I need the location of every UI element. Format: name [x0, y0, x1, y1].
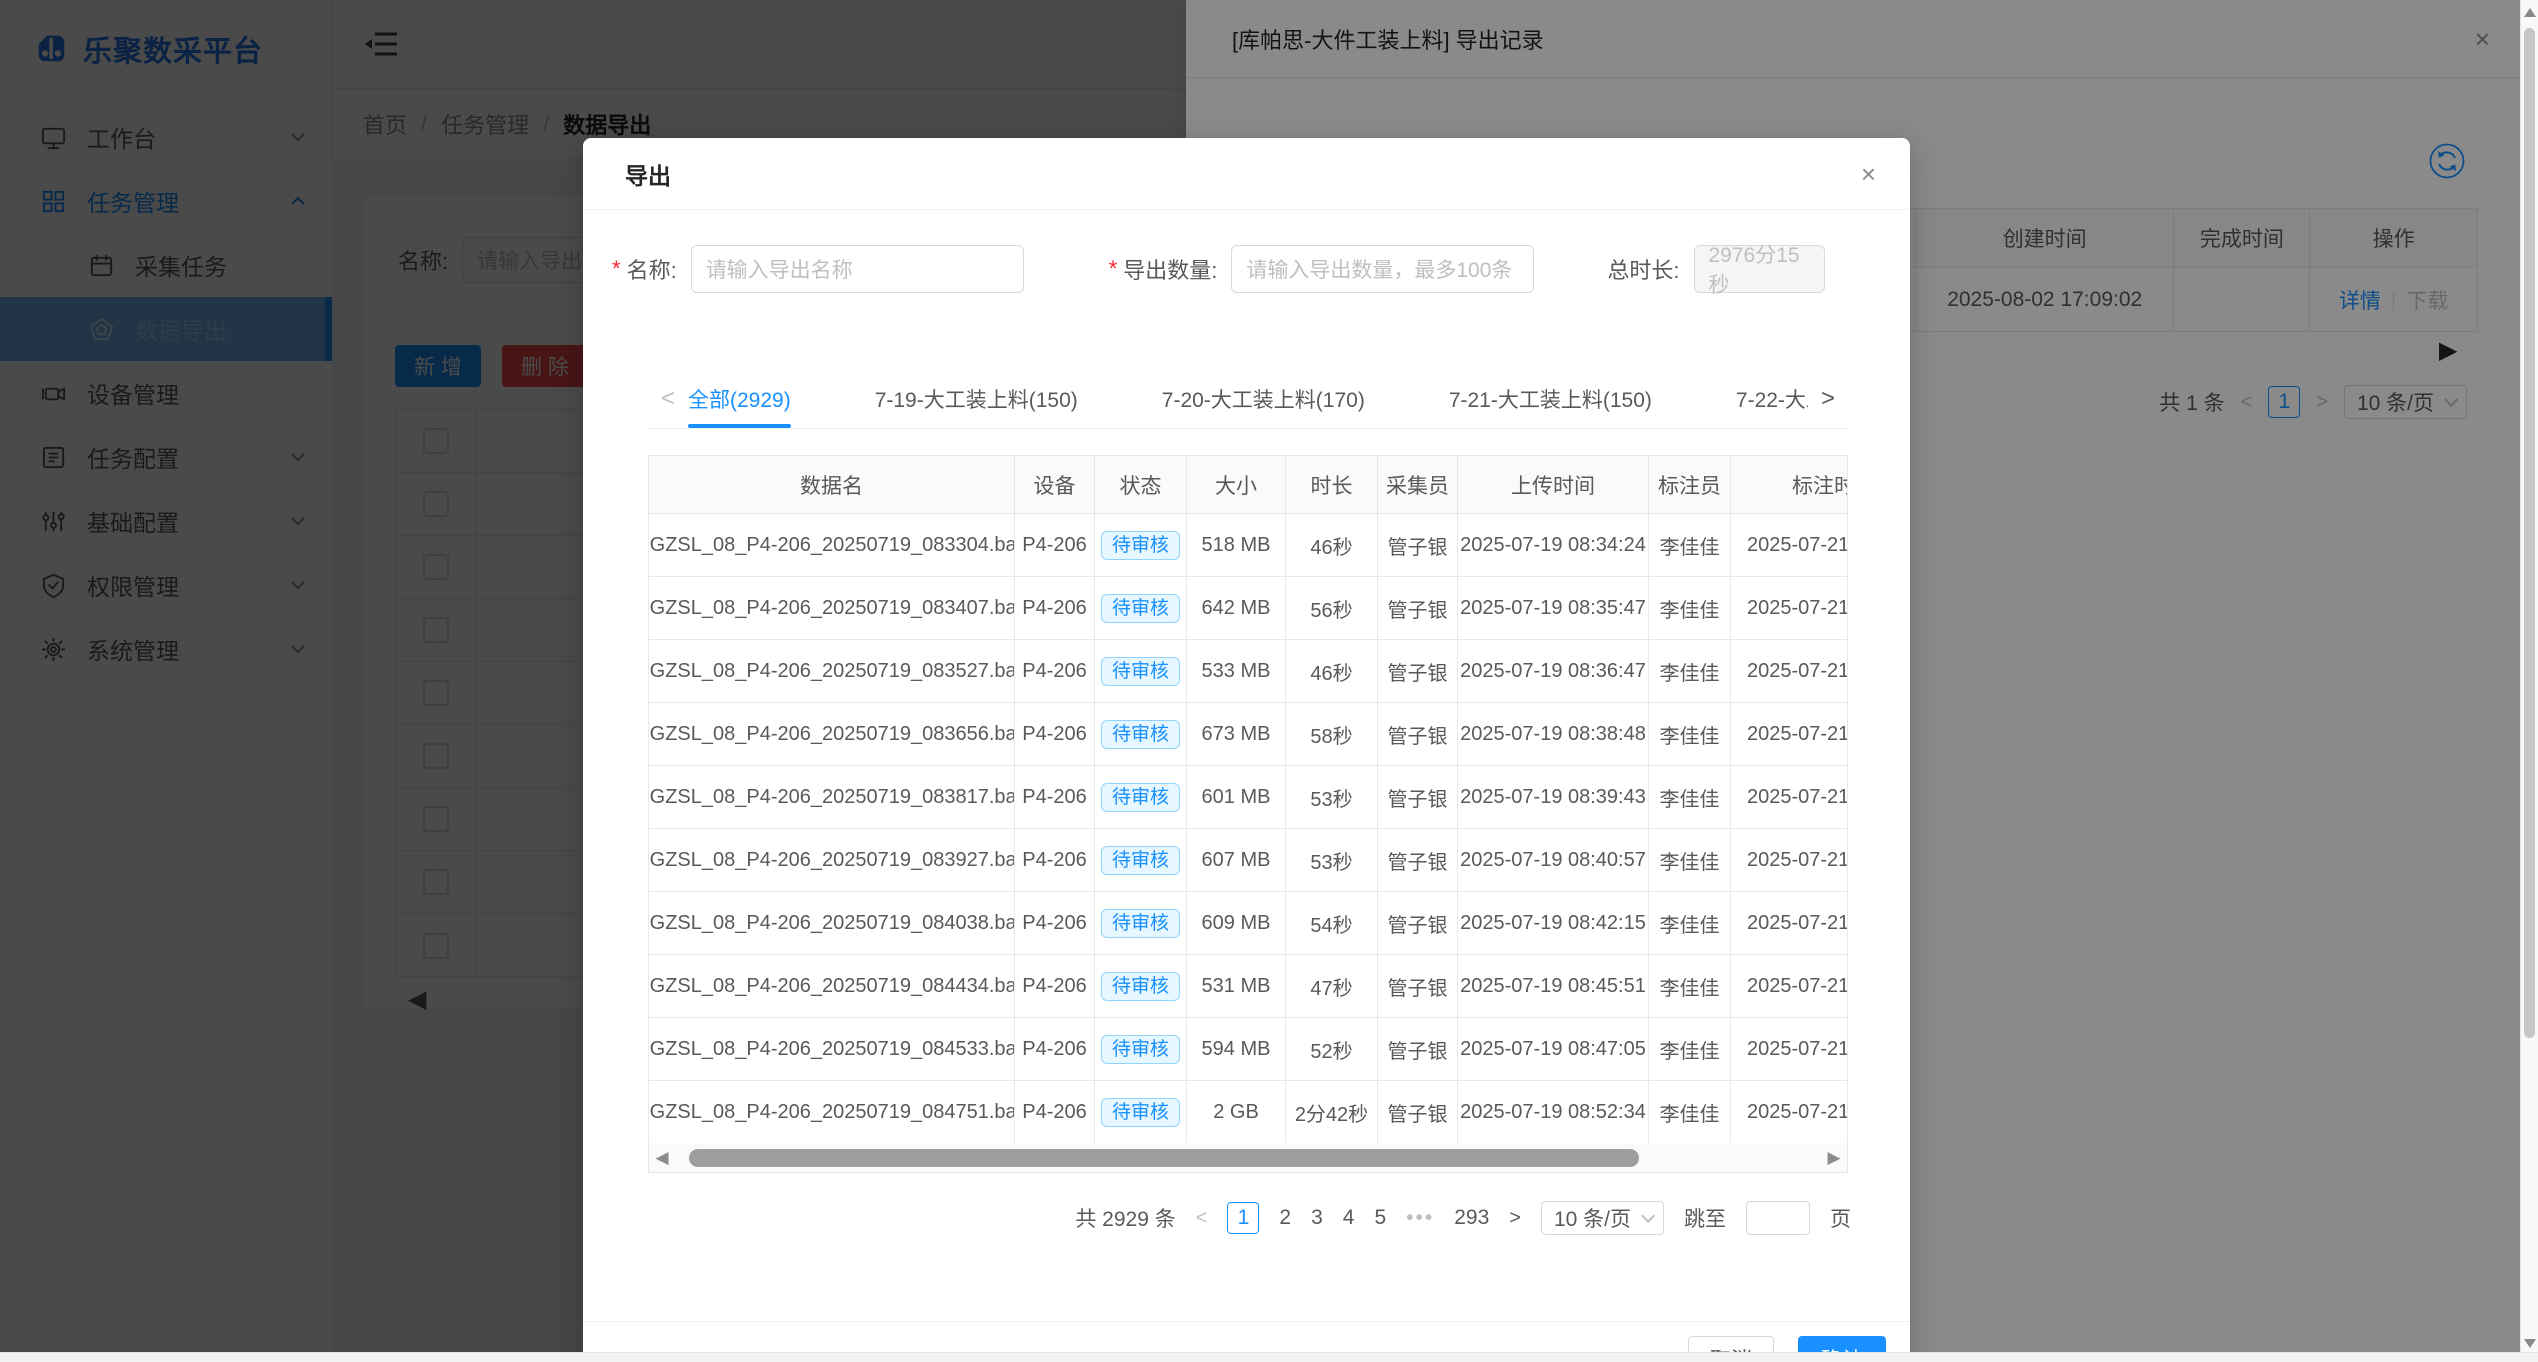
next-page-icon[interactable]: >: [1509, 1207, 1521, 1230]
export-name-input[interactable]: 请输入导出名称: [690, 245, 1024, 293]
jump-page-input[interactable]: [1746, 1201, 1810, 1235]
page-number-293[interactable]: 293: [1454, 1206, 1489, 1230]
total-count: 共 2929 条: [1075, 1208, 1176, 1231]
status-badge: 待审核: [1100, 782, 1180, 812]
scrollbar-thumb[interactable]: [689, 1149, 1639, 1167]
jump-label: 跳至: [1684, 1208, 1726, 1231]
jump-suffix: 页: [1830, 1208, 1851, 1231]
total-duration-input: 2976分15秒: [1693, 244, 1825, 297]
table-row: DGZSL_08_P4-206_20250719_084533.bag P4-2…: [649, 1018, 1847, 1081]
horizontal-scrollbar: ◀ ▶: [648, 1143, 1848, 1173]
status-badge: 待审核: [1100, 593, 1180, 623]
required-mark: *: [1108, 256, 1118, 281]
status-badge: 待审核: [1100, 908, 1180, 938]
chevron-down-icon: [1641, 1208, 1656, 1223]
scrollbar-up-icon[interactable]: [2524, 8, 2536, 17]
browser-vertical-scrollbar[interactable]: [2520, 0, 2538, 1362]
scrollbar-thumb[interactable]: [2524, 28, 2535, 1038]
page-number-2[interactable]: 2: [1279, 1206, 1291, 1230]
status-badge: 待审核: [1100, 971, 1180, 1001]
export-count-input[interactable]: 请输入导出数量，最多100条: [1231, 245, 1535, 293]
page-size-select[interactable]: 10 条/页: [1540, 1201, 1664, 1235]
status-badge: 待审核: [1100, 845, 1180, 875]
prev-page-icon[interactable]: <: [1196, 1207, 1208, 1230]
ellipsis-pages-icon[interactable]: •••: [1406, 1206, 1434, 1230]
name-label: 名称:: [626, 258, 677, 283]
page-number-1[interactable]: 1: [1227, 1202, 1260, 1234]
status-badge: 待审核: [1100, 719, 1180, 749]
export-modal: 导出 × * 名称: 请输入导出名称 * 导出数量: 请输入导出数量，最多100…: [583, 138, 1910, 1362]
export-form: * 名称: 请输入导出名称 * 导出数量: 请输入导出数量，最多100条 总时长…: [583, 244, 1910, 297]
tab-all[interactable]: 全部(2929): [688, 370, 791, 428]
table-row: DGZSL_08_P4-206_20250719_083304.bag P4-2…: [649, 514, 1847, 577]
duration-label: 总时长:: [1607, 258, 1680, 283]
page-number-3[interactable]: 3: [1311, 1206, 1323, 1230]
table-row: DGZSL_08_P4-206_20250719_083656.bag P4-2…: [649, 703, 1847, 766]
table-row: DGZSL_08_P4-206_20250719_084038.bag P4-2…: [649, 892, 1847, 955]
table-row: DGZSL_08_P4-206_20250719_083817.bag P4-2…: [649, 766, 1847, 829]
status-badge: 待审核: [1100, 530, 1180, 560]
tab-7-19[interactable]: 7-19-大工装上料(150): [875, 370, 1078, 428]
browser-horizontal-scrollbar[interactable]: [0, 1352, 2538, 1362]
table-row: DGZSL_08_P4-206_20250719_083407.bag P4-2…: [649, 577, 1847, 640]
table-row: DGZSL_08_P4-206_20250719_084751.bag P4-2…: [649, 1081, 1847, 1144]
tab-7-22[interactable]: 7-22-大工装上料: [1736, 370, 1808, 428]
modal-title: 导出: [625, 162, 671, 189]
table-row: DGZSL_08_P4-206_20250719_084434.bag P4-2…: [649, 955, 1847, 1018]
count-label: 导出数量:: [1123, 258, 1218, 283]
tab-7-20[interactable]: 7-20-大工装上料(170): [1162, 370, 1365, 428]
page-number-5[interactable]: 5: [1374, 1206, 1386, 1230]
scroll-left-icon[interactable]: ◀: [649, 1148, 675, 1168]
date-tabs: < 全部(2929) 7-19-大工装上料(150) 7-20-大工装上料(17…: [648, 370, 1848, 429]
table-body: DGZSL_08_P4-206_20250719_083304.bag P4-2…: [649, 514, 1847, 1144]
status-badge: 待审核: [1100, 1034, 1180, 1064]
scrollbar-down-icon[interactable]: [2524, 1339, 2536, 1348]
table-row: DGZSL_08_P4-206_20250719_083527.bag P4-2…: [649, 640, 1847, 703]
table-header-row: 数据名 设备 状态 大小 时长 采集员 上传时间 标注员 标注时间: [649, 456, 1847, 514]
required-mark: *: [612, 256, 621, 281]
page-number-4[interactable]: 4: [1343, 1206, 1355, 1230]
tabs-prev-icon[interactable]: <: [648, 385, 688, 413]
table-row: DGZSL_08_P4-206_20250719_083927.bag P4-2…: [649, 829, 1847, 892]
status-badge: 待审核: [1100, 656, 1180, 686]
tab-7-21[interactable]: 7-21-大工装上料(150): [1449, 370, 1652, 428]
screen: 乐聚数采平台 工作台 任务管理 采集任务 数据导出 设备管理 任务配置 基础配置…: [0, 0, 2538, 1362]
tabs-next-icon[interactable]: >: [1808, 385, 1848, 413]
modal-pagination: 共 2929 条 < 1 2 3 4 5 ••• 293 > 10 条/页 跳至…: [1075, 1201, 1851, 1235]
status-badge: 待审核: [1100, 1098, 1180, 1127]
export-data-table: 数据名 设备 状态 大小 时长 采集员 上传时间 标注员 标注时间 DGZSL_…: [648, 455, 1848, 1145]
scroll-right-icon[interactable]: ▶: [1821, 1148, 1847, 1168]
modal-close-icon[interactable]: ×: [1861, 161, 1876, 187]
